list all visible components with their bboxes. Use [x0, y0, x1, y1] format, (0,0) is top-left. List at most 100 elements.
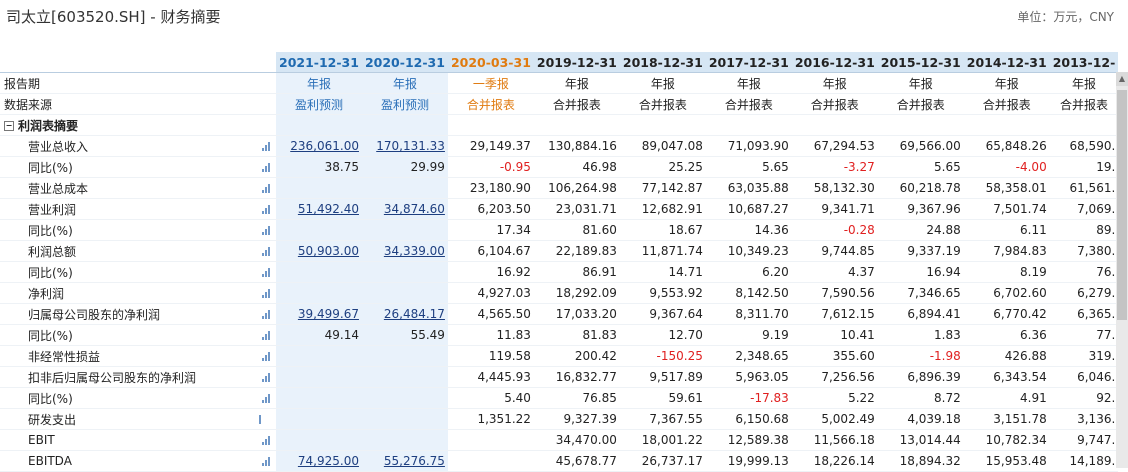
table-cell: 106,264.98 [533, 177, 620, 199]
column-period: 年报 [276, 72, 362, 94]
table-cell: 7,590.56 [791, 282, 878, 304]
collapse-toggle-icon[interactable]: − [4, 121, 14, 131]
column-source: 合并报表 [619, 93, 706, 115]
bar-chart-icon[interactable] [262, 226, 272, 235]
bar-chart-icon[interactable] [262, 331, 272, 340]
table-cell: 6,770.42 [963, 303, 1050, 325]
bar-chart-icon[interactable] [262, 394, 272, 403]
table-cell: 16,832.77 [533, 366, 620, 388]
table-cell [361, 387, 448, 409]
table-cell: 49.14 [276, 324, 362, 346]
table-cell: 58,132.30 [791, 177, 878, 199]
table-cell: 46.98 [533, 156, 620, 178]
table-row: 利润总额 50,903.00 34,339.00 6,104.67 22,189.83 1… [0, 240, 1119, 262]
column-date[interactable]: 2014-12-31 [963, 52, 1050, 73]
table-cell: 9,367.64 [619, 303, 706, 325]
header-row-dates: 2021-12-31 2020-12-31 2020-03-31 2019-12-31… [0, 52, 1119, 73]
column-source: 合并报表 [877, 93, 964, 115]
bar-chart-icon[interactable] [262, 310, 272, 319]
section-income-summary[interactable]: − 利润表摘要 [0, 114, 1119, 136]
column-date[interactable]: 2020-03-31 [447, 52, 534, 73]
column-date[interactable]: 2018-12-31 [619, 52, 706, 73]
column-date[interactable]: 2015-12-31 [877, 52, 964, 73]
table-row: 同比(%) 16.92 86.91 14.71 6.20 4.37 16.94 8.19 76. [0, 261, 1119, 283]
column-period: 年报 [877, 72, 964, 94]
bar-chart-icon[interactable] [258, 414, 263, 424]
row-tools [258, 387, 276, 409]
table-cell[interactable]: 170,131.33 [361, 135, 448, 157]
row-label-data-source: 数据来源 [0, 93, 276, 115]
section-label[interactable]: − 利润表摘要 [0, 114, 276, 136]
column-source: 合并报表 [533, 93, 620, 115]
table-cell: 9,327.39 [533, 408, 620, 430]
table-cell: 19,999.13 [705, 450, 792, 472]
scroll-up-arrow-icon[interactable]: ▲ [1116, 72, 1128, 86]
column-date[interactable]: 2017-12-31 [705, 52, 792, 73]
bar-chart-icon[interactable] [262, 163, 272, 172]
table-cell: -17.83 [705, 387, 792, 409]
table-cell[interactable]: 39,499.67 [276, 303, 362, 325]
table-cell: 8,311.70 [705, 303, 792, 325]
table-cell[interactable]: 26,484.17 [361, 303, 448, 325]
row-tools [258, 156, 276, 178]
row-tools [258, 345, 276, 367]
column-date[interactable]: 2019-12-31 [533, 52, 620, 73]
table-cell: -4.00 [963, 156, 1050, 178]
column-date[interactable]: 2020-12-31 [361, 52, 448, 73]
table-cell: 4,039.18 [877, 408, 964, 430]
table-cell[interactable]: 74,925.00 [276, 450, 362, 472]
vertical-scrollbar[interactable]: ▲ [1116, 72, 1128, 468]
bar-chart-icon[interactable] [262, 289, 272, 298]
bar-chart-icon[interactable] [262, 268, 272, 277]
table-cell [276, 345, 362, 367]
row-tools [258, 198, 276, 220]
column-source: 合并报表 [447, 93, 534, 115]
column-source: 合并报表 [791, 93, 878, 115]
row-tools [258, 303, 276, 325]
row-label: 同比(%) [0, 219, 258, 241]
table-cell: 7,380. [1049, 240, 1119, 262]
table-cell: 29.99 [361, 156, 448, 178]
bar-chart-icon[interactable] [262, 352, 272, 361]
table-cell: 4.91 [963, 387, 1050, 409]
bar-chart-icon[interactable] [262, 205, 272, 214]
bar-chart-icon[interactable] [262, 436, 272, 445]
table-cell[interactable]: 50,903.00 [276, 240, 362, 262]
table-cell[interactable]: 34,874.60 [361, 198, 448, 220]
bar-chart-icon[interactable] [262, 247, 272, 256]
scrollbar-thumb[interactable] [1117, 90, 1127, 320]
bar-chart-icon[interactable] [262, 142, 272, 151]
table-cell: 10,782.34 [963, 429, 1050, 451]
table-cell[interactable]: 236,061.00 [276, 135, 362, 157]
row-label: 非经常性损益 [0, 345, 258, 367]
table-cell: 13,014.44 [877, 429, 964, 451]
bar-chart-icon[interactable] [262, 457, 272, 466]
section-cell [963, 114, 1050, 136]
table-cell[interactable]: 55,276.75 [361, 450, 448, 472]
table-cell: 119.58 [447, 345, 534, 367]
table-cell [361, 261, 448, 283]
bar-chart-icon[interactable] [262, 373, 272, 382]
row-tools [258, 366, 276, 388]
section-title: 利润表摘要 [18, 118, 79, 133]
table-cell: 426.88 [963, 345, 1050, 367]
column-date[interactable]: 2021-12-31 [276, 52, 362, 73]
table-cell: 6,894.41 [877, 303, 964, 325]
bar-chart-icon[interactable] [262, 184, 272, 193]
table-cell: 6,343.54 [963, 366, 1050, 388]
row-label: 利润总额 [0, 240, 258, 262]
table-cell: 9,553.92 [619, 282, 706, 304]
table-cell[interactable]: 51,492.40 [276, 198, 362, 220]
table-cell [361, 345, 448, 367]
row-tools [258, 261, 276, 283]
table-cell: 65,848.26 [963, 135, 1050, 157]
column-period: 年报 [619, 72, 706, 94]
table-cell[interactable]: 34,339.00 [361, 240, 448, 262]
table-cell [361, 219, 448, 241]
table-cell: 1.83 [877, 324, 964, 346]
table-cell: 6,896.39 [877, 366, 964, 388]
column-date[interactable]: 2013-12- [1049, 52, 1119, 73]
column-source: 合并报表 [1049, 93, 1119, 115]
table-cell: 18.67 [619, 219, 706, 241]
column-date[interactable]: 2016-12-31 [791, 52, 878, 73]
